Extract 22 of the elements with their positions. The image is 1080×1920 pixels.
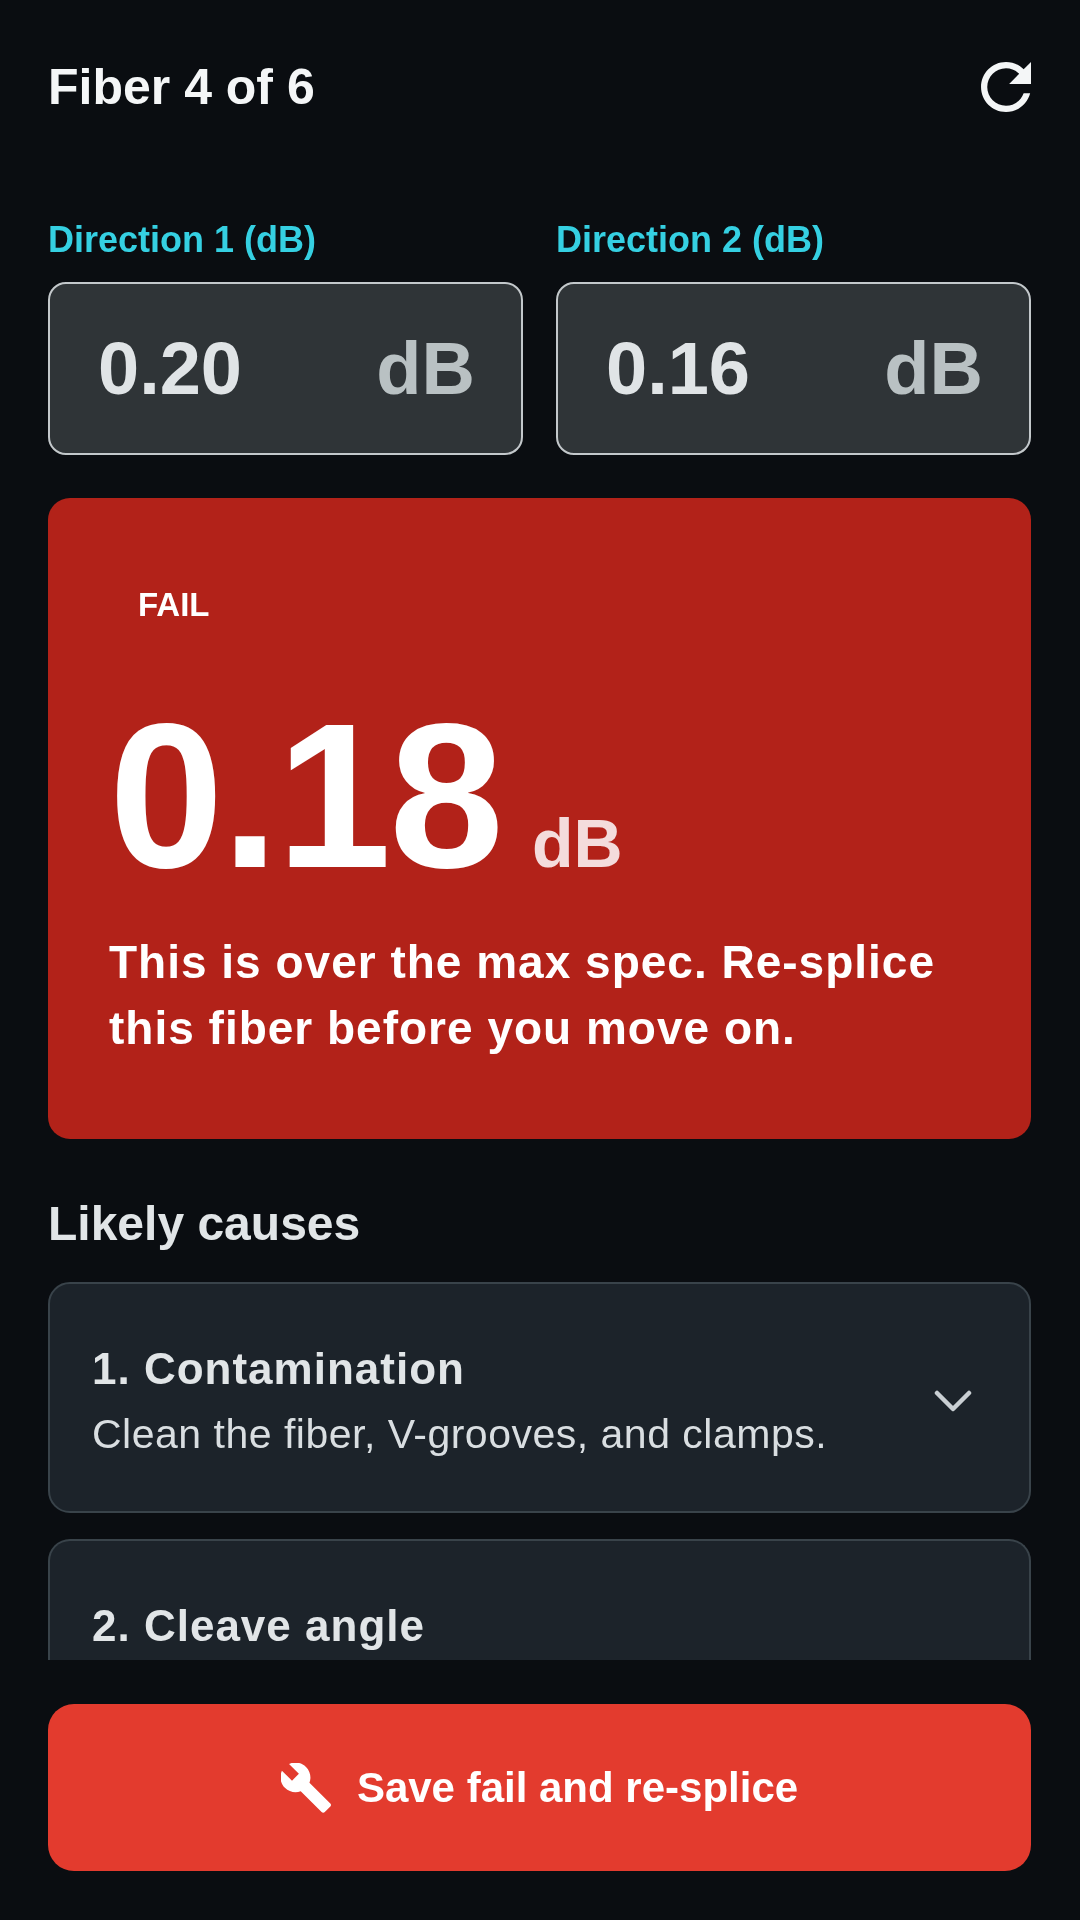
cause-title: 1. Contamination	[92, 1343, 466, 1395]
wrench-icon	[280, 1762, 331, 1813]
section-heading: Likely causes	[48, 1196, 362, 1252]
page-title: Fiber 4 of 6	[48, 58, 315, 117]
reading-field[interactable]: 0.20 dB	[48, 282, 523, 455]
field-label: Direction 1 (dB)	[48, 218, 317, 262]
loss-value: 0.18	[109, 681, 502, 911]
unit-label: dB	[531, 805, 623, 881]
cause-item[interactable]: 2. Cleave angle	[48, 1539, 1031, 1660]
unit-label: dB	[376, 325, 475, 412]
result-message: This is over the max spec. Re-splice this fiber before you move on.	[109, 935, 936, 1056]
unit-label: dB	[884, 325, 983, 412]
cause-title: 2. Cleave angle	[92, 1600, 425, 1652]
save-button[interactable]: Save fail and re-splice	[48, 1704, 1031, 1871]
field-label: Direction 2 (dB)	[556, 218, 825, 262]
reading-field[interactable]: 0.16 dB	[556, 282, 1031, 455]
refresh-icon[interactable]	[981, 62, 1031, 112]
reading-value: 0.20	[98, 325, 243, 412]
reading-value: 0.16	[606, 325, 751, 412]
cause-description: Clean the fiber, V-grooves, and clamps.	[92, 1410, 828, 1459]
status-label: FAIL	[138, 585, 210, 625]
cause-item[interactable]: 1. Contamination Clean the fiber, V-grooves, and clamps.	[48, 1282, 1031, 1513]
